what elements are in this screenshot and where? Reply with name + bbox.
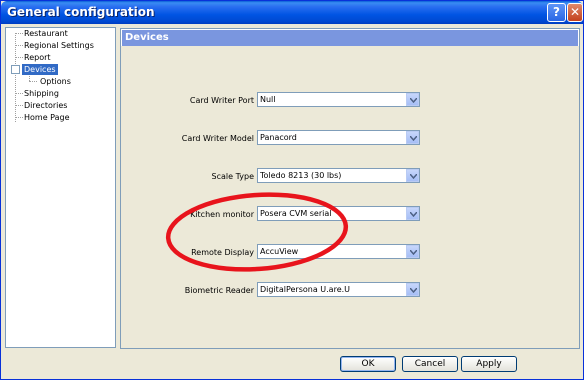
tree-connector (15, 33, 23, 34)
card-writer-port-value: Null (260, 95, 276, 104)
general-configuration-window: General configuration ? ✕ Restaurant Reg… (0, 0, 584, 380)
tree-connector (15, 33, 16, 122)
biometric-reader-value: DigitalPersona U.are.U (260, 285, 351, 294)
settings-tree: Restaurant Regional Settings Report Devi… (5, 27, 116, 348)
help-button[interactable]: ? (547, 3, 566, 22)
tree-item-report[interactable]: Report (24, 52, 51, 63)
chevron-down-icon[interactable] (406, 283, 419, 296)
scale-type-label: Scale Type (211, 172, 254, 181)
card-writer-model-select[interactable]: Panacord (257, 130, 420, 145)
ok-button[interactable]: OK (340, 356, 396, 372)
scale-type-select[interactable]: Toledo 8213 (30 lbs) (257, 168, 420, 183)
remote-display-label: Remote Display (191, 248, 254, 257)
card-writer-port-label: Card Writer Port (189, 96, 254, 105)
tree-connector (15, 93, 23, 94)
kitchen-monitor-label: Kitchen monitor (190, 210, 254, 219)
window-title: General configuration (7, 5, 155, 19)
tree-connector (29, 81, 37, 82)
card-writer-port-select[interactable]: Null (257, 92, 420, 107)
remote-display-value: AccuView (260, 247, 299, 256)
kitchen-monitor-select[interactable]: Posera CVM serial (257, 206, 420, 221)
chevron-down-icon[interactable] (406, 131, 419, 144)
tree-connector (15, 57, 23, 58)
tree-connector (15, 45, 23, 46)
chevron-down-icon[interactable] (406, 245, 419, 258)
tree-item-restaurant[interactable]: Restaurant (24, 28, 68, 39)
chevron-down-icon[interactable] (406, 207, 419, 220)
tree-item-home-page[interactable]: Home Page (24, 112, 70, 123)
tree-item-regional-settings[interactable]: Regional Settings (24, 40, 94, 51)
dialog-footer: OK Cancel Apply (1, 351, 583, 379)
panel-title: Devices (122, 30, 578, 46)
card-writer-model-value: Panacord (260, 133, 297, 142)
close-button[interactable]: ✕ (567, 3, 583, 22)
cancel-button[interactable]: Cancel (402, 356, 458, 372)
tree-item-devices[interactable]: Devices (22, 64, 58, 75)
tree-connector (15, 117, 23, 118)
kitchen-monitor-value: Posera CVM serial (260, 209, 332, 218)
apply-button[interactable]: Apply (461, 356, 517, 372)
remote-display-select[interactable]: AccuView (257, 244, 420, 259)
tree-item-shipping[interactable]: Shipping (24, 88, 59, 99)
collapse-icon[interactable] (11, 65, 20, 74)
close-icon: ✕ (569, 5, 581, 19)
card-writer-model-label: Card Writer Model (181, 134, 254, 143)
title-bar[interactable]: General configuration ? ✕ (1, 1, 583, 24)
tree-item-directories[interactable]: Directories (24, 100, 67, 111)
help-icon: ? (553, 5, 560, 19)
chevron-down-icon[interactable] (406, 169, 419, 182)
chevron-down-icon[interactable] (406, 93, 419, 106)
biometric-reader-select[interactable]: DigitalPersona U.are.U (257, 282, 420, 297)
tree-item-options[interactable]: Options (40, 76, 71, 87)
tree-connector (15, 105, 23, 106)
devices-form: Card Writer Port Null Card Writer Model … (121, 46, 579, 348)
scale-type-value: Toledo 8213 (30 lbs) (260, 171, 342, 180)
biometric-reader-label: Biometric Reader (184, 286, 254, 295)
devices-panel: Devices Card Writer Port Null Card Write… (120, 28, 580, 349)
